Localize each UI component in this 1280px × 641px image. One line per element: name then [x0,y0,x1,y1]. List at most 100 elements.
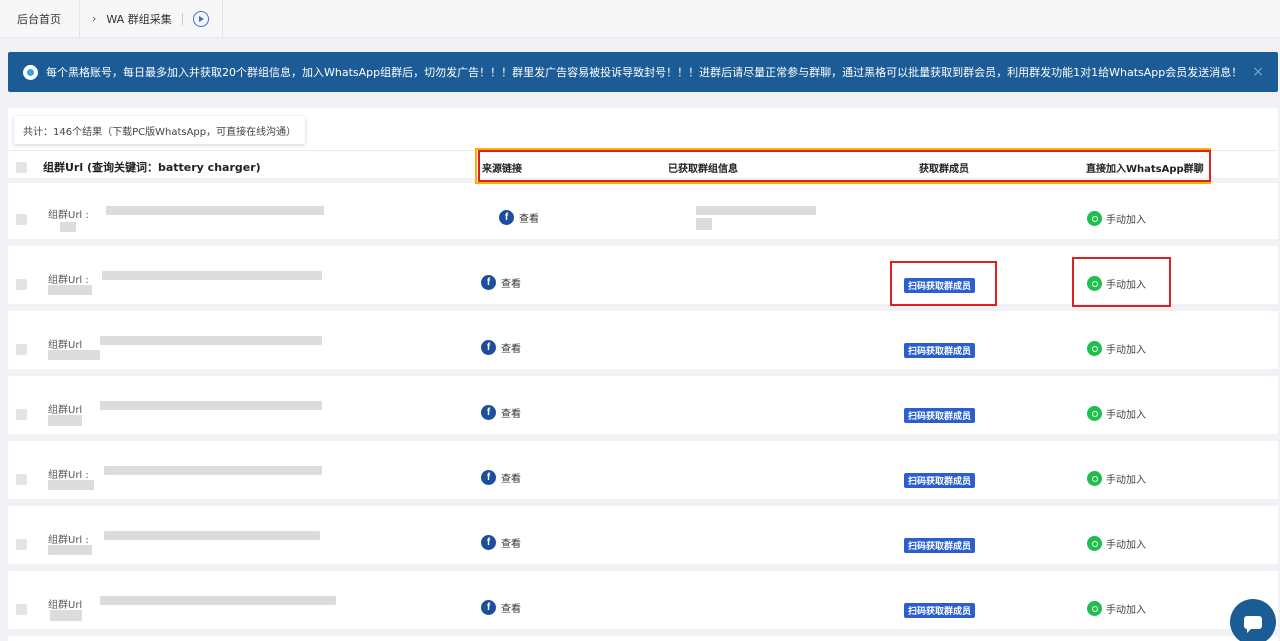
whatsapp-icon [1087,211,1102,226]
source-link-label: 查看 [501,344,521,355]
url-label: 组群Url [48,405,83,416]
source-link[interactable]: f 查看 [481,340,521,355]
facebook-icon: f [481,600,496,615]
manual-join-button[interactable]: 手动加入 [1087,471,1146,486]
manual-join-button[interactable]: 手动加入 [1087,211,1146,226]
whatsapp-icon [1087,276,1102,291]
source-link[interactable]: f 查看 [481,470,521,485]
redacted-url [60,222,76,232]
column-header-join: 直接加入WhatsApp群聊 [1086,164,1204,175]
scan-members-button[interactable]: 扫码获取群成员 [904,538,976,553]
source-link-label: 查看 [519,214,539,225]
table-row: 组群Url : f 查看 手动加入 [8,188,1278,246]
row-checkbox[interactable] [16,604,27,615]
redacted-url [100,596,336,605]
source-link[interactable]: f 查看 [499,210,539,225]
manual-join-label: 手动加入 [1106,540,1146,551]
row-checkbox[interactable] [16,344,27,355]
source-link[interactable]: f 查看 [481,600,521,615]
redacted-url [100,401,322,410]
facebook-icon: f [481,535,496,550]
url-label: 组群Url [48,600,83,611]
redacted-group-info [696,218,712,230]
play-circle-icon[interactable] [192,10,209,27]
chat-bubble-icon[interactable] [1230,599,1276,641]
facebook-icon: f [481,470,496,485]
table-header: 组群Url (查询关键词：battery charger) 来源链接 已获取群组… [8,148,1278,184]
table-row: 组群Url f 查看 扫码获取群成员 手动加入 [8,578,1278,636]
redacted-url [104,531,320,540]
whatsapp-icon [1087,471,1102,486]
redacted-url [48,285,92,295]
breadcrumb-separator: › [92,12,97,25]
url-label: 组群Url : [48,210,89,221]
result-count: 共计：146个结果（下载PC版WhatsApp，可直接在线沟通） [14,116,306,144]
column-header-members: 获取群成员 [919,164,969,175]
redacted-url [100,336,322,345]
scan-members-button[interactable]: 扫码获取群成员 [904,473,976,488]
select-all-checkbox[interactable] [16,162,27,173]
redacted-url [48,350,100,360]
manual-join-label: 手动加入 [1106,345,1146,356]
breadcrumb-home[interactable]: 后台首页 [0,0,80,38]
whatsapp-icon [1087,536,1102,551]
redacted-url [104,466,322,475]
column-header-fetched: 已获取群组信息 [668,164,738,175]
info-icon [23,64,38,80]
table-row: 组群Url : f 查看 扫码获取群成员 手动加入 [8,448,1278,506]
manual-join-button[interactable]: 手动加入 [1087,276,1146,291]
scan-members-button[interactable]: 扫码获取群成员 [904,408,976,423]
source-link-label: 查看 [501,604,521,615]
redacted-url [48,545,92,555]
row-checkbox[interactable] [16,539,27,550]
source-link-label: 查看 [501,474,521,485]
source-link-label: 查看 [501,539,521,550]
redacted-url [48,480,94,490]
notice-text: 每个黑格账号，每日最多加入并获取20个群组信息，加入WhatsApp组群后，切勿… [46,66,1243,79]
source-link[interactable]: f 查看 [481,405,521,420]
manual-join-button[interactable]: 手动加入 [1087,536,1146,551]
facebook-icon: f [481,275,496,290]
manual-join-label: 手动加入 [1106,215,1146,226]
close-icon[interactable]: × [1252,64,1264,80]
table-row: 组群Url f 查看 扫码获取群成员 手动加入 [8,318,1278,376]
notice-banner: 每个黑格账号，每日最多加入并获取20个群组信息，加入WhatsApp组群后，切勿… [8,52,1278,92]
redacted-url [48,415,82,426]
source-link[interactable]: f 查看 [481,535,521,550]
source-link-label: 查看 [501,409,521,420]
url-label: 组群Url : [48,470,89,481]
redacted-url [50,610,82,621]
row-checkbox[interactable] [16,279,27,290]
row-checkbox[interactable] [16,474,27,485]
scan-members-button[interactable]: 扫码获取群成员 [904,343,976,358]
redacted-url [102,271,322,280]
manual-join-button[interactable]: 手动加入 [1087,601,1146,616]
whatsapp-icon [1087,601,1102,616]
facebook-icon: f [481,405,496,420]
results-panel: 共计：146个结果（下载PC版WhatsApp，可直接在线沟通） 组群Url (… [8,108,1278,641]
manual-join-label: 手动加入 [1106,475,1146,486]
row-checkbox[interactable] [16,409,27,420]
url-label: 组群Url : [48,275,89,286]
top-breadcrumb-bar: 后台首页 › WA 群组采集 [0,0,1280,38]
whatsapp-icon [1087,341,1102,356]
facebook-icon: f [499,210,514,225]
column-header-url: 组群Url (查询关键词：battery charger) [43,161,261,174]
table-row: 组群Url f 查看 扫码获取群成员 手动加入 [8,383,1278,441]
breadcrumb-current[interactable]: WA 群组采集 [106,0,179,38]
manual-join-button[interactable]: 手动加入 [1087,341,1146,356]
manual-join-label: 手动加入 [1106,605,1146,616]
column-header-source: 来源链接 [482,164,522,175]
table-row: 组群Url : f 查看 扫码获取群成员 手动加入 [8,253,1278,311]
redacted-group-info [696,206,816,215]
facebook-icon: f [481,340,496,355]
scan-members-button[interactable]: 扫码获取群成员 [904,603,976,618]
manual-join-button[interactable]: 手动加入 [1087,406,1146,421]
source-link[interactable]: f 查看 [481,275,521,290]
redacted-url [106,206,324,215]
url-label: 组群Url : [48,535,89,546]
whatsapp-icon [1087,406,1102,421]
tab-divider [221,0,223,38]
scan-members-button[interactable]: 扫码获取群成员 [904,278,976,293]
row-checkbox[interactable] [16,214,27,225]
